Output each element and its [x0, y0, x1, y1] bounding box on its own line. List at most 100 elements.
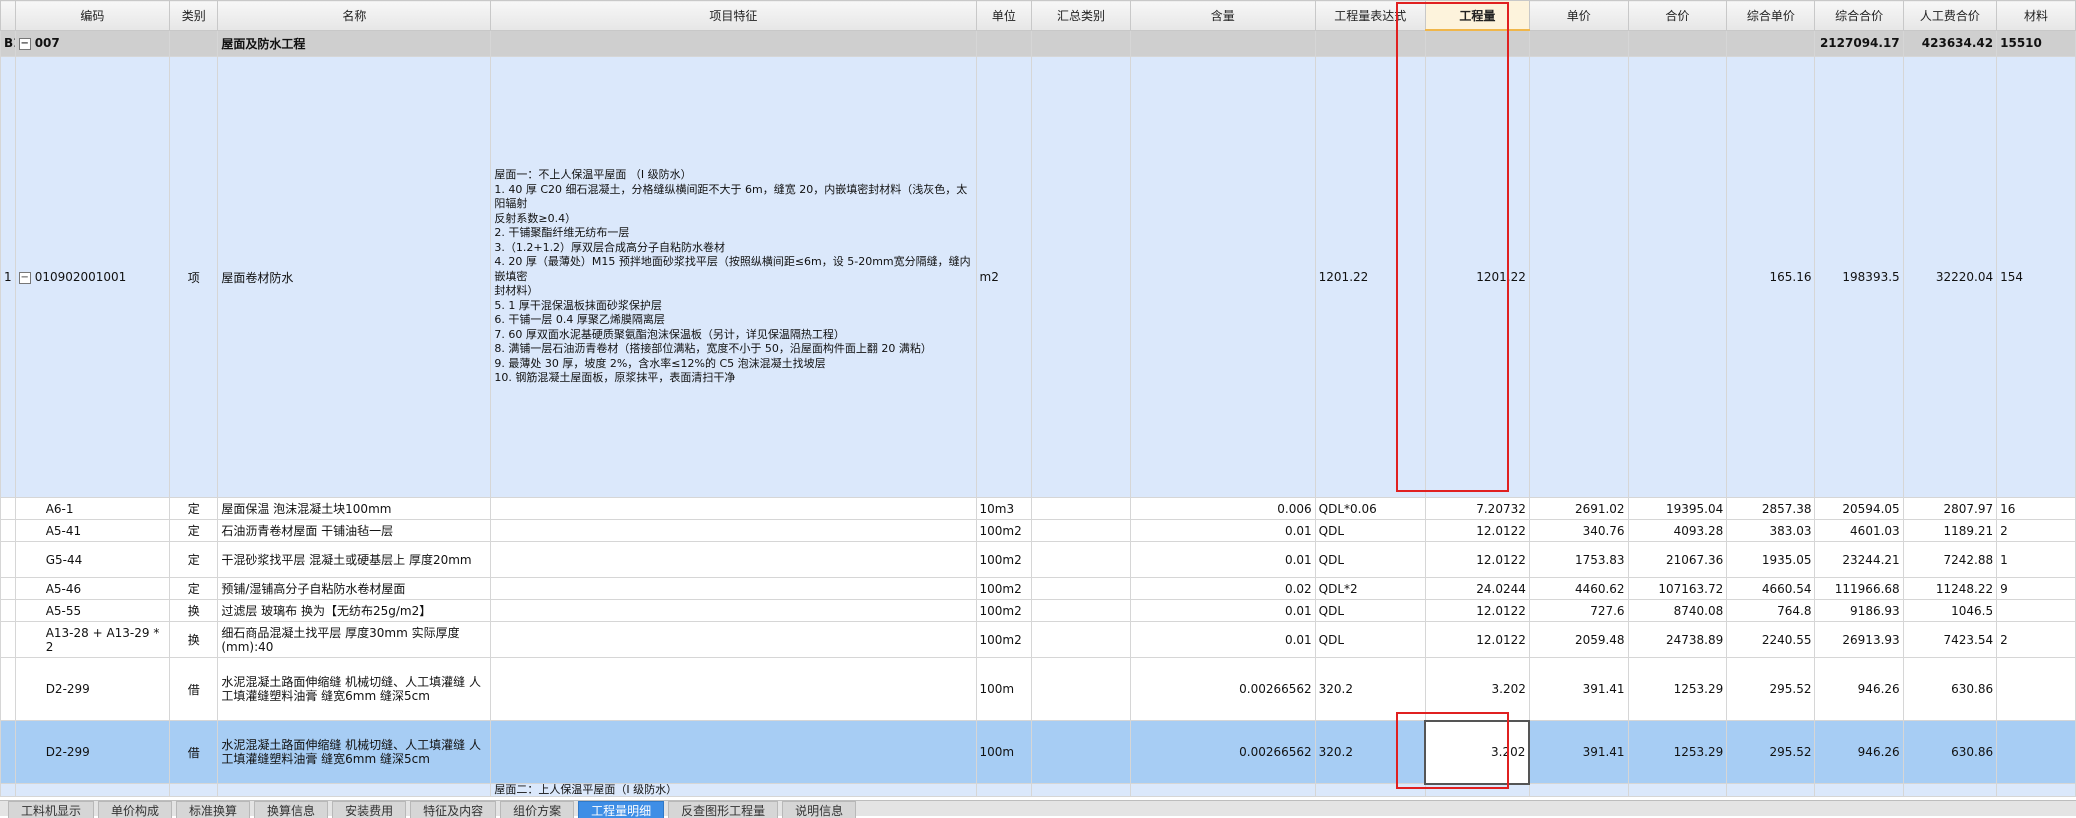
quota-content[interactable]: 0.01	[1129, 519, 1316, 542]
quota-code[interactable]: A13-28 + A13-29 * 2	[14, 621, 171, 658]
col-header-quantity-expression[interactable]: 工程量表达式	[1314, 0, 1426, 31]
quota-name[interactable]: 水泥混凝土路面伸缩缝 机械切缝、人工填灌缝 人工填灌缝塑料油膏 缝宽6mm 缝深…	[217, 720, 492, 784]
quota-type[interactable]: 换	[169, 621, 219, 658]
quota-name[interactable]: 细石商品混凝土找平层 厚度30mm 实际厚度(mm):40	[217, 621, 492, 658]
quota-unit[interactable]: 100m2	[975, 577, 1033, 600]
col-header-name[interactable]: 名称	[217, 0, 492, 31]
quota-name[interactable]: 水泥混凝土路面伸缩缝 机械切缝、人工填灌缝 人工填灌缝塑料油膏 缝宽6mm 缝深…	[217, 657, 492, 721]
tab-5[interactable]: 特征及内容	[410, 801, 497, 818]
quota-unit[interactable]: 100m2	[975, 599, 1033, 622]
quota-content[interactable]: 0.02	[1129, 577, 1316, 600]
quota-content[interactable]: 0.00266562	[1129, 720, 1316, 784]
quota-row[interactable]: A5-41 定石油沥青卷材屋面 干铺油毡一层 100m2 0.01 QDL 12.0122…	[0, 519, 2076, 542]
quota-quantity-expression[interactable]: QDL	[1314, 541, 1426, 578]
quota-quantity[interactable]: 12.0122	[1424, 541, 1530, 578]
item-quantity-expression[interactable]: 1201.22	[1314, 56, 1426, 498]
quota-unit[interactable]: 100m	[975, 720, 1033, 784]
quota-quantity[interactable]: 7.20732	[1424, 497, 1530, 520]
col-header-content[interactable]: 含量	[1129, 0, 1316, 31]
tab-3[interactable]: 换算信息	[254, 801, 329, 818]
item-unit[interactable]: m2	[975, 56, 1033, 498]
quota-name[interactable]: 预铺/湿铺高分子自粘防水卷材屋面	[217, 577, 492, 600]
quota-content[interactable]: 0.006	[1129, 497, 1316, 520]
group-name[interactable]: 屋面及防水工程	[217, 29, 492, 57]
col-header-total-price[interactable]: 合价	[1627, 0, 1728, 31]
quota-type[interactable]: 定	[169, 541, 219, 578]
quota-quantity-expression[interactable]: 320.2	[1314, 657, 1426, 721]
quota-code[interactable]: A5-55	[14, 599, 171, 622]
quota-quantity-expression[interactable]: QDL	[1314, 621, 1426, 658]
next-item-features[interactable]: 屋面二：上人保温平屋面（I 级防水）	[490, 783, 977, 797]
tab-7[interactable]: 工程量明细	[578, 801, 665, 818]
quota-type[interactable]: 定	[169, 577, 219, 600]
item-name[interactable]: 屋面卷材防水	[217, 56, 492, 498]
bill-item-row[interactable]: 1 −010902001001 项 屋面卷材防水 屋面一：不上人保温平屋面 （I…	[0, 56, 2076, 498]
selected-quota-row[interactable]: D2-299 借 水泥混凝土路面伸缩缝 机械切缝、人工填灌缝 人工填灌缝塑料油膏…	[0, 719, 2076, 785]
tab-6[interactable]: 组价方案	[500, 801, 575, 818]
tab-4[interactable]: 安装费用	[332, 801, 407, 818]
quota-type[interactable]: 定	[169, 519, 219, 542]
quota-quantity[interactable]: 24.0244	[1424, 577, 1530, 600]
tab-1[interactable]: 单价构成	[98, 801, 173, 818]
quota-quantity[interactable]: 12.0122	[1424, 519, 1530, 542]
next-bill-item-row[interactable]: 屋面二：上人保温平屋面（I 级防水）	[0, 783, 2076, 797]
quota-code[interactable]: D2-299	[14, 720, 171, 784]
quota-unit[interactable]: 100m2	[975, 519, 1033, 542]
group-code-cell[interactable]: −007	[14, 29, 171, 57]
quota-type[interactable]: 换	[169, 599, 219, 622]
col-header-summary-category[interactable]: 汇总类别	[1031, 0, 1131, 31]
quota-content[interactable]: 0.00266562	[1129, 657, 1316, 721]
quota-quantity[interactable]: 12.0122	[1424, 621, 1530, 658]
item-features[interactable]: 屋面一：不上人保温平屋面 （I 级防水） 1. 40 厚 C20 细石混凝土，分…	[490, 56, 977, 498]
quota-type[interactable]: 定	[169, 497, 219, 520]
quota-content[interactable]: 0.01	[1129, 621, 1316, 658]
col-header-quantity[interactable]: 工程量	[1424, 0, 1530, 31]
quota-quantity-expression[interactable]: QDL	[1314, 519, 1426, 542]
tab-8[interactable]: 反查图形工程量	[668, 801, 779, 818]
quota-name[interactable]: 过滤层 玻璃布 换为【无纺布25g/m2】	[217, 599, 492, 622]
quota-code[interactable]: D2-299	[14, 657, 171, 721]
code-cell[interactable]: −010902001001	[14, 56, 171, 498]
quota-unit[interactable]: 100m2	[975, 541, 1033, 578]
quota-code[interactable]: A6-1	[14, 497, 171, 520]
quota-quantity[interactable]: 12.0122	[1424, 599, 1530, 622]
col-header-unit-price[interactable]: 单价	[1528, 0, 1629, 31]
tab-0[interactable]: 工料机显示	[8, 801, 95, 818]
quota-row[interactable]: G5-44 定干混砂浆找平层 混凝土或硬基层上 厚度20mm 100m2 0.01 QD…	[0, 541, 2076, 578]
tab-2[interactable]: 标准换算	[176, 801, 251, 818]
tab-9[interactable]: 说明信息	[782, 801, 857, 818]
quota-type[interactable]: 借	[169, 657, 219, 721]
quota-code[interactable]: A5-41	[14, 519, 171, 542]
quota-quantity-expression[interactable]: QDL*0.06	[1314, 497, 1426, 520]
quota-row[interactable]: A5-55 换过滤层 玻璃布 换为【无纺布25g/m2】 100m2 0.01 QDL 1…	[0, 599, 2076, 622]
quota-quantity-expression[interactable]: QDL*2	[1314, 577, 1426, 600]
quota-row[interactable]: A13-28 + A13-29 * 2 换细石商品混凝土找平层 厚度30mm 实际…	[0, 621, 2076, 658]
quota-content[interactable]: 0.01	[1129, 541, 1316, 578]
col-header-comprehensive-unit-price[interactable]: 综合单价	[1726, 0, 1816, 31]
quota-unit[interactable]: 100m	[975, 657, 1033, 721]
quota-code[interactable]: G5-44	[14, 541, 171, 578]
col-header-material[interactable]: 材料	[1996, 0, 2076, 31]
col-header-features[interactable]: 项目特征	[490, 0, 977, 31]
quota-name[interactable]: 石油沥青卷材屋面 干铺油毡一层	[217, 519, 492, 542]
quota-code[interactable]: A5-46	[14, 577, 171, 600]
quota-type[interactable]: 借	[169, 720, 219, 784]
col-header-unit[interactable]: 单位	[975, 0, 1033, 31]
quota-unit[interactable]: 100m2	[975, 621, 1033, 658]
quota-quantity-expression[interactable]: 320.2	[1314, 720, 1426, 784]
item-type[interactable]: 项	[169, 56, 219, 498]
col-header-type[interactable]: 类别	[169, 0, 219, 31]
quota-quantity-expression[interactable]: QDL	[1314, 599, 1426, 622]
item-quantity[interactable]: 1201.22	[1424, 56, 1530, 498]
quota-quantity[interactable]: 3.202	[1424, 657, 1530, 721]
collapse-toggle-icon[interactable]: −	[18, 37, 31, 50]
quota-quantity-input[interactable]: 3.202	[1424, 719, 1531, 785]
col-header-code[interactable]: 编码	[14, 0, 171, 31]
group-row[interactable]: B1 −007 屋面及防水工程 2127094.17 423634.42 155…	[0, 29, 2076, 57]
collapse-toggle-icon[interactable]: −	[18, 271, 31, 284]
quota-row[interactable]: A5-46 定预铺/湿铺高分子自粘防水卷材屋面 100m2 0.02 QDL*2 24.0…	[0, 577, 2076, 600]
col-header-labor-total[interactable]: 人工费合价	[1902, 0, 1998, 31]
col-header-comprehensive-total[interactable]: 综合合价	[1814, 0, 1904, 31]
quota-row[interactable]: A6-1 定屋面保温 泡沫混凝土块100mm 10m3 0.006 QDL*0.06 7.…	[0, 497, 2076, 520]
quota-name[interactable]: 屋面保温 泡沫混凝土块100mm	[217, 497, 492, 520]
